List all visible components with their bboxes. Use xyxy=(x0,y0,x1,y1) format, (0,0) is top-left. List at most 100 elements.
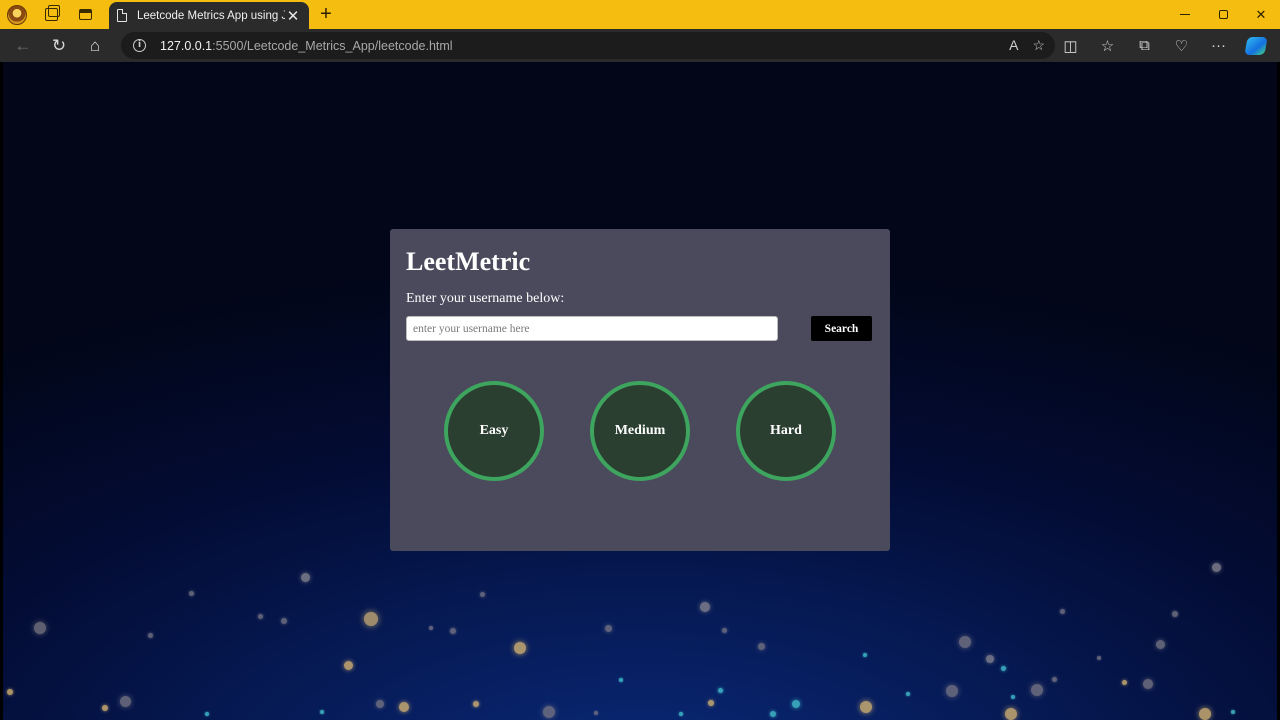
background-particle xyxy=(188,590,194,596)
url-text[interactable]: 127.0.0.1:5500/Leetcode_Metrics_App/leet… xyxy=(160,39,453,53)
background-particle xyxy=(906,692,910,696)
background-particle xyxy=(604,624,612,632)
app-title: LeetMetric xyxy=(406,247,531,276)
background-particle xyxy=(792,700,800,708)
background-particle xyxy=(473,701,479,707)
back-button[interactable]: ← xyxy=(5,29,41,62)
restore-icon xyxy=(1218,10,1228,19)
background-particle xyxy=(1011,695,1015,699)
background-particle xyxy=(343,660,353,670)
search-button[interactable]: Search xyxy=(811,316,872,341)
new-tab-button[interactable]: + xyxy=(315,3,337,25)
background-particle xyxy=(147,632,153,638)
background-particle xyxy=(364,612,378,626)
title-bar: Leetcode Metrics App using JS ✕ + ✕ xyxy=(0,0,1280,29)
background-particle xyxy=(594,711,598,715)
background-particle xyxy=(1031,684,1043,696)
minimize-button[interactable] xyxy=(1166,0,1204,29)
tab-actions-icon xyxy=(78,9,92,20)
browser-essentials-button[interactable]: ♡ xyxy=(1163,29,1200,62)
split-screen-button[interactable]: ◫ xyxy=(1052,29,1089,62)
address-bar[interactable]: i 127.0.0.1:5500/Leetcode_Metrics_App/le… xyxy=(121,32,1055,59)
username-prompt: Enter your username below: xyxy=(406,291,565,306)
medium-progress-circle: Medium xyxy=(590,381,690,481)
collections-icon: ⧉ xyxy=(1139,37,1150,54)
add-favorite-icon[interactable]: ☆ xyxy=(1032,37,1045,54)
site-info-icon[interactable]: i xyxy=(133,39,146,52)
background-particle xyxy=(1000,665,1006,671)
background-particle xyxy=(1121,679,1127,685)
background-particle xyxy=(7,689,13,695)
background-particle xyxy=(102,705,108,711)
background-particle xyxy=(959,636,971,648)
home-icon: ⌂ xyxy=(89,35,101,55)
close-tab-icon[interactable]: ✕ xyxy=(285,7,301,25)
background-particle xyxy=(1211,562,1221,572)
window-controls: ✕ xyxy=(1166,0,1280,29)
background-particle xyxy=(1155,639,1165,649)
background-particle xyxy=(281,618,287,624)
background-particle xyxy=(1172,611,1178,617)
search-row: Search xyxy=(406,316,874,341)
more-icon: ··· xyxy=(1211,37,1226,54)
background-particle xyxy=(1051,676,1057,682)
browser-tab[interactable]: Leetcode Metrics App using JS ✕ xyxy=(109,2,309,29)
background-particle xyxy=(770,711,776,717)
close-window-button[interactable]: ✕ xyxy=(1242,0,1280,29)
background-particle xyxy=(1143,679,1153,689)
document-icon xyxy=(117,9,127,22)
profile-button[interactable] xyxy=(0,0,34,29)
background-particle xyxy=(429,626,433,630)
copilot-button[interactable] xyxy=(1237,29,1274,62)
background-particle xyxy=(376,700,384,708)
easy-progress-circle: Easy xyxy=(444,381,544,481)
split-screen-icon: ◫ xyxy=(1063,37,1078,55)
heart-icon: ♡ xyxy=(1174,37,1189,55)
hard-progress-circle: Hard xyxy=(736,381,836,481)
tab-actions-button[interactable] xyxy=(68,0,102,29)
workspaces-button[interactable] xyxy=(34,0,68,29)
background-particle xyxy=(399,702,409,712)
background-particle xyxy=(619,678,623,682)
background-particle xyxy=(1005,708,1017,720)
home-button[interactable]: ⌂ xyxy=(77,29,113,62)
background-particle xyxy=(679,712,683,716)
background-particle xyxy=(1199,708,1211,720)
background-particle xyxy=(860,701,872,713)
favorites-button[interactable]: ☆ xyxy=(1089,29,1126,62)
collections-button[interactable]: ⧉ xyxy=(1126,29,1163,62)
background-particle xyxy=(1097,656,1101,660)
more-button[interactable]: ··· xyxy=(1200,29,1237,62)
url-host: 127.0.0.1 xyxy=(160,38,213,53)
background-particle xyxy=(986,655,994,663)
background-particle xyxy=(543,706,555,718)
favorites-icon: ☆ xyxy=(1100,37,1115,55)
background-particle xyxy=(479,591,485,597)
background-particle xyxy=(119,695,131,707)
background-particle xyxy=(320,710,324,714)
background-particle xyxy=(721,627,727,633)
background-particle xyxy=(946,685,958,697)
username-input[interactable] xyxy=(406,316,778,341)
background-particle xyxy=(700,602,710,612)
restore-button[interactable] xyxy=(1204,0,1242,29)
progress-circles: Easy Medium Hard xyxy=(444,381,836,481)
reload-icon: ↻ xyxy=(51,35,67,55)
copilot-icon xyxy=(1243,36,1268,55)
browser-toolbar: ← ↻ ⌂ i 127.0.0.1:5500/Leetcode_Metrics_… xyxy=(0,29,1280,62)
read-aloud-icon[interactable]: A xyxy=(1009,37,1018,54)
page-viewport: LeetMetric Enter your username below: Se… xyxy=(3,62,1277,720)
background-particle xyxy=(863,653,867,657)
background-particle xyxy=(717,687,723,693)
background-particle xyxy=(708,700,714,706)
url-path: :5500/Leetcode_Metrics_App/leetcode.html xyxy=(212,38,453,53)
background-particle xyxy=(205,712,209,716)
background-particle xyxy=(757,642,765,650)
close-icon: ✕ xyxy=(1255,6,1267,22)
background-particle xyxy=(257,613,263,619)
minimize-icon xyxy=(1180,14,1190,15)
background-particle xyxy=(34,622,46,634)
metrics-card: LeetMetric Enter your username below: Se… xyxy=(390,229,890,551)
reload-button[interactable]: ↻ xyxy=(41,29,77,62)
tab-title: Leetcode Metrics App using JS xyxy=(137,9,285,22)
